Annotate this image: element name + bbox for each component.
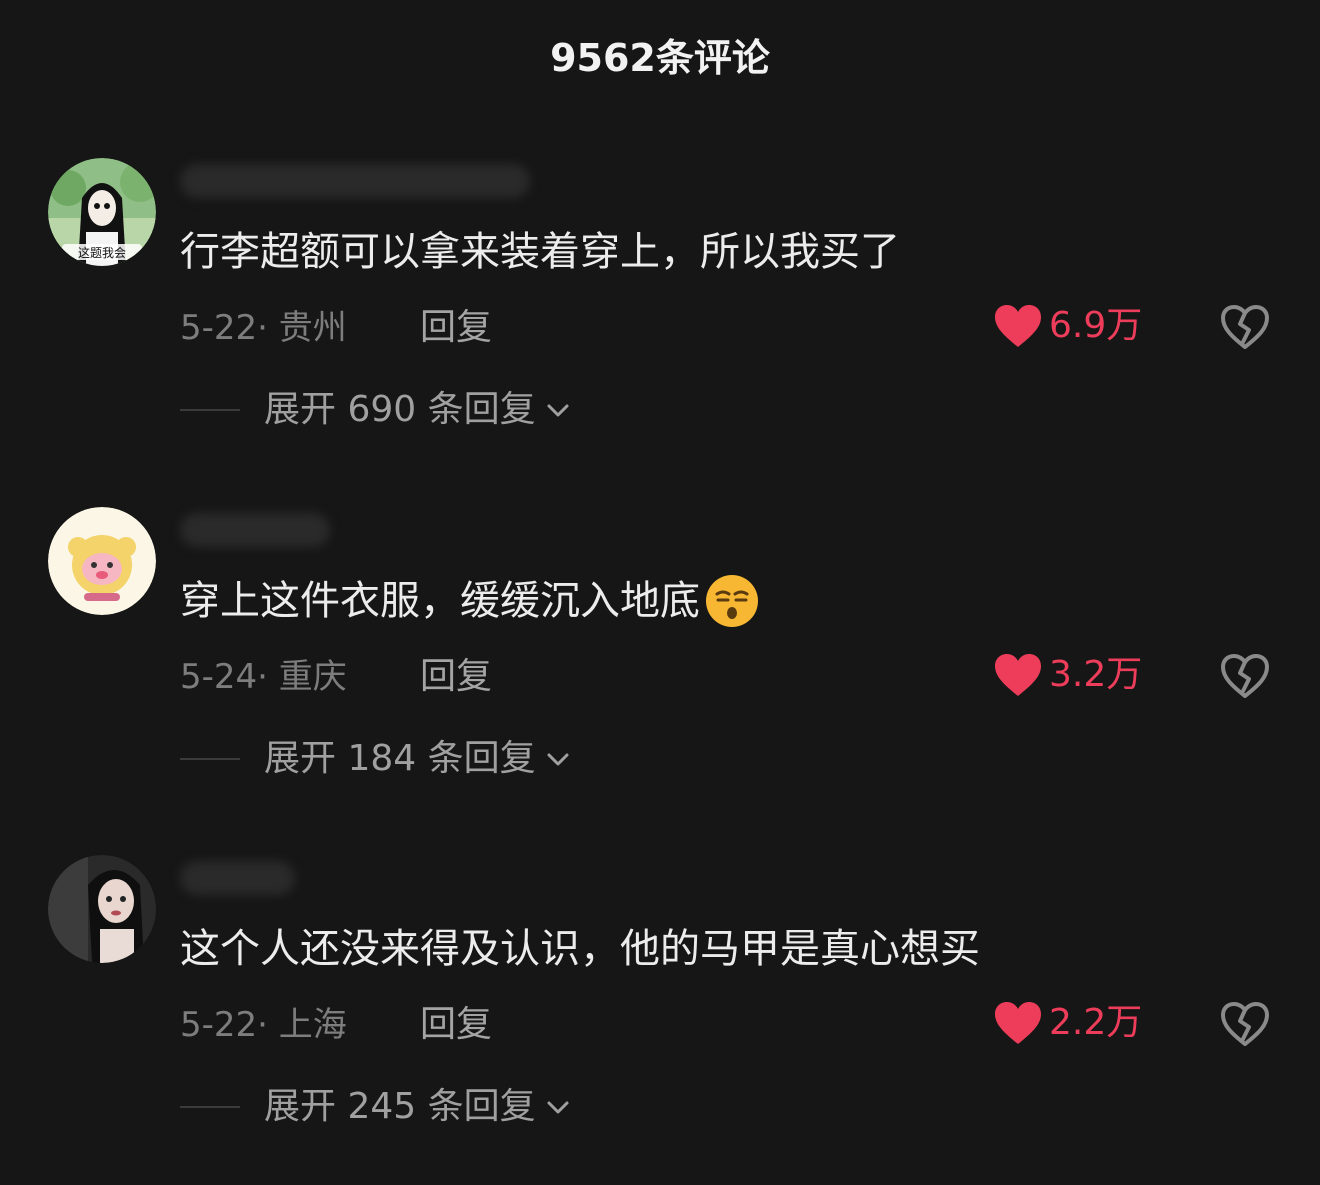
avatar[interactable] [48,855,156,963]
comment-meta: 5-24· 重庆 [180,657,347,697]
expand-replies-button[interactable]: 展开 245 条回复 [180,1083,572,1131]
username-blurred[interactable] [180,513,330,547]
avatar-caption: 这题我会 [78,245,126,260]
comment-text: 穿上这件衣服，缓缓沉入地底 [180,573,760,629]
comment-item: 这个人还没来得及认识，他的马甲是真心想买 5-22· 上海 回复 2.2万 展开… [0,855,1320,1185]
sleepy-face-emoji [706,575,758,627]
like-button[interactable]: 2.2万 [993,999,1142,1047]
username-blurred[interactable] [180,164,530,198]
broken-heart-icon[interactable] [1220,304,1270,350]
expand-replies-button[interactable]: 展开 184 条回复 [180,735,572,783]
divider [180,1106,240,1108]
like-button[interactable]: 3.2万 [993,651,1142,699]
heart-icon [995,1002,1041,1044]
divider [180,758,240,760]
avatar[interactable]: 这题我会 [48,158,156,266]
chevron-down-icon [547,1101,569,1114]
like-count: 2.2万 [1049,1002,1143,1043]
expand-replies-label: 展开 690 条回复 [264,389,536,430]
comment-text: 行李超额可以拿来装着穿上，所以我买了 [180,229,900,275]
divider [180,409,240,411]
comment-text: 这个人还没来得及认识，他的马甲是真心想买 [180,926,980,972]
like-button[interactable]: 6.9万 [993,302,1142,350]
chevron-down-icon [547,753,569,766]
avatar[interactable] [48,507,156,615]
like-count: 6.9万 [1049,305,1143,346]
comment-item: 穿上这件衣服，缓缓沉入地底 5-24· 重庆 回复 3.2万 展开 184 条回… [0,507,1320,837]
expand-replies-label: 展开 184 条回复 [264,738,536,779]
chevron-down-icon [547,404,569,417]
comment-item: 这题我会 行李超额可以拿来装着穿上，所以我买了 5-22· 贵州 回复 6.9万… [0,158,1320,488]
comments-title: 9562条评论 [550,36,770,80]
reply-button[interactable]: 回复 [420,653,492,701]
expand-replies-button[interactable]: 展开 690 条回复 [180,386,572,434]
reply-button[interactable]: 回复 [420,1001,492,1049]
broken-heart-icon[interactable] [1220,1001,1270,1047]
heart-icon [995,654,1041,696]
comment-meta: 5-22· 贵州 [180,308,347,348]
like-count: 3.2万 [1049,654,1143,695]
heart-icon [995,305,1041,347]
expand-replies-label: 展开 245 条回复 [264,1086,536,1127]
username-blurred[interactable] [180,861,295,895]
reply-button[interactable]: 回复 [420,304,492,352]
comment-meta: 5-22· 上海 [180,1005,347,1045]
broken-heart-icon[interactable] [1220,653,1270,699]
